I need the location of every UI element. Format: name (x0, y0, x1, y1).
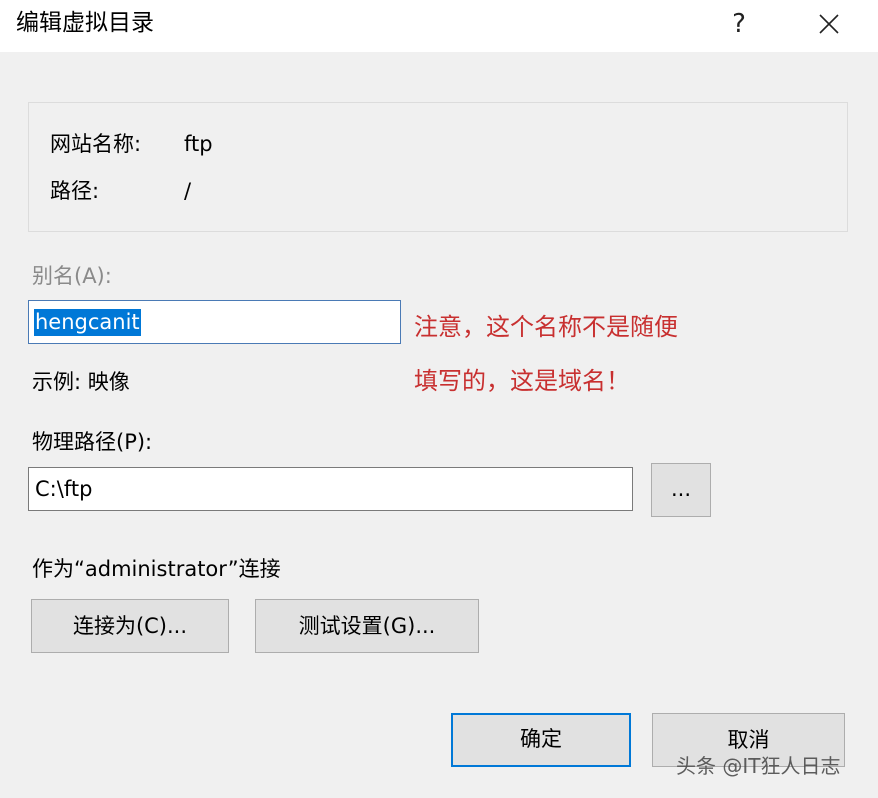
site-info-panel: 网站名称: ftp 路径: / (28, 102, 848, 232)
alias-selected-text: hengcanit (34, 309, 141, 336)
watermark: 头条 @IT狂人日志 (676, 754, 841, 778)
path-label: 路径: (50, 179, 100, 203)
path-value: / (184, 179, 192, 203)
annotation-line-1: 注意，这个名称不是随便 (414, 313, 678, 341)
dialog-title: 编辑虚拟目录 (16, 10, 154, 36)
physical-path-label: 物理路径(P): (32, 430, 153, 454)
close-button[interactable] (804, 4, 854, 44)
alias-example: 示例: 映像 (32, 370, 130, 394)
ok-button[interactable]: 确定 (451, 713, 631, 767)
connect-as-button[interactable]: 连接为(C)... (31, 599, 229, 653)
browse-button[interactable]: ... (651, 463, 711, 517)
help-button[interactable]: ? (716, 4, 762, 44)
physical-path-input[interactable]: C:\ftp (28, 467, 633, 511)
annotation-note: 注意，这个名称不是随便 填写的，这是域名！ (414, 300, 774, 408)
close-icon (819, 14, 839, 34)
site-name-value: ftp (184, 132, 213, 156)
alias-input[interactable]: hengcanit (28, 300, 401, 344)
connect-status-text: 作为“administrator”连接 (32, 557, 281, 581)
alias-label: 别名(A): (32, 264, 112, 288)
title-bar: 编辑虚拟目录 ? (0, 0, 878, 52)
annotation-line-2: 填写的，这是域名！ (414, 367, 630, 395)
site-name-label: 网站名称: (50, 132, 142, 156)
test-settings-button[interactable]: 测试设置(G)... (255, 599, 479, 653)
